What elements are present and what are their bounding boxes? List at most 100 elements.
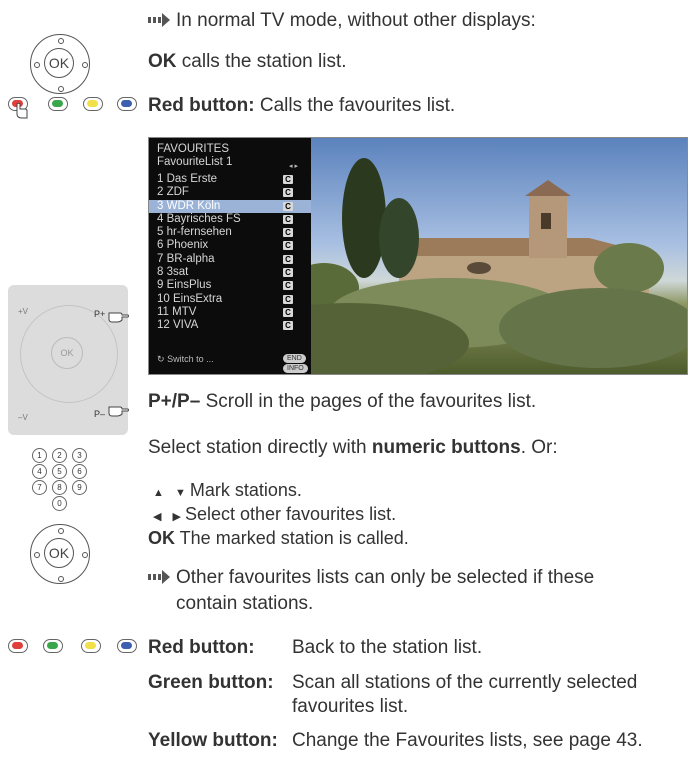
red-key: Red button: xyxy=(148,95,255,116)
station-name: 9 EinsPlus xyxy=(157,279,212,292)
ok-key: OK xyxy=(148,51,177,72)
station-item[interactable]: 9 EinsPlus C xyxy=(149,279,311,292)
station-item[interactable]: 10 EinsExtra C xyxy=(149,293,311,306)
numeric-post: . Or: xyxy=(520,437,558,458)
numeric-key-icon: 7 xyxy=(32,480,47,495)
numeric-line: Select station directly with numeric but… xyxy=(148,436,558,460)
station-item[interactable]: 8 3sat C xyxy=(149,266,311,279)
switch-icon: ↻ xyxy=(157,354,165,364)
ok-calls-text: calls the station list. xyxy=(176,51,347,72)
station-item[interactable]: 3 WDR Köln C xyxy=(149,199,311,213)
station-name: 8 3sat xyxy=(157,266,189,279)
blue-button-icon xyxy=(117,97,137,111)
station-badge: C xyxy=(283,228,293,238)
info-key: INFO xyxy=(283,364,308,373)
mark-line: ▲ ▼Mark stations. xyxy=(153,478,302,505)
remote-pad-icon: OK +V –V P+ P– xyxy=(8,285,129,435)
ok-calls-line: OK calls the station list. xyxy=(148,50,347,74)
station-badge: C xyxy=(283,175,293,184)
pad-p-plus: P+ xyxy=(94,309,106,319)
note-text-1: Other favourites lists can only be selec… xyxy=(176,567,595,588)
station-name: 2 ZDF xyxy=(157,186,189,199)
ok-button-icon: OK xyxy=(30,524,90,584)
numeric-key: numeric buttons xyxy=(371,437,521,458)
station-name: 11 MTV xyxy=(157,305,197,318)
osd-footer: ↻ Switch to ... xyxy=(157,354,214,365)
select-line: ◀ ▶Select other favourites list. xyxy=(153,502,396,529)
red-button-icon xyxy=(8,639,28,653)
station-item[interactable]: 5 hr-fernsehen C xyxy=(149,226,311,239)
ok-button-icon: OK xyxy=(30,34,90,94)
arrow-up-down-icon: ▲ ▼ xyxy=(153,487,190,499)
station-name: 10 EinsExtra xyxy=(157,292,223,305)
station-item[interactable]: 7 BR-alpha C xyxy=(149,253,311,266)
station-name: 5 hr-fernsehen xyxy=(157,226,232,239)
scroll-text: Scroll in the pages of the favourites li… xyxy=(200,391,537,412)
intro-text: In normal TV mode, without other display… xyxy=(176,10,536,31)
tv-screenshot: FAVOURITES FavouriteList 1 ◂ ▸ 1 Das Ers… xyxy=(148,137,688,375)
station-item[interactable]: 6 Phoenix C xyxy=(149,239,311,252)
red-button-label: Red button: xyxy=(148,637,255,658)
station-item[interactable]: 11 MTV C xyxy=(149,306,311,319)
numeric-keypad-icon: 123 456 7890 xyxy=(32,448,92,512)
station-badge: C xyxy=(283,241,293,251)
end-key: END xyxy=(283,354,306,363)
station-item[interactable]: 2 ZDF C xyxy=(149,186,311,199)
select-text: Select other favourites list. xyxy=(184,504,397,524)
switch-label: Switch to ... xyxy=(167,354,214,364)
station-item[interactable]: 4 Bayrisches FS C xyxy=(149,213,311,226)
intro-note: In normal TV mode, without other display… xyxy=(148,9,536,33)
yellow-button-text: Change the Favourites lists, see page 43… xyxy=(292,730,643,751)
station-list: 1 Das Erste C 2 ZDF C 3 WDR Köln C 4 Bayrische… xyxy=(149,173,311,333)
red-fav-text: Calls the favourites list. xyxy=(254,95,456,116)
note-text-2: contain stations. xyxy=(176,593,314,614)
numeric-key-icon: 8 xyxy=(52,480,67,495)
numeric-key-icon: 4 xyxy=(32,464,47,479)
station-name: 7 BR-alpha xyxy=(157,252,215,265)
note-line-1: Other favourites lists can only be selec… xyxy=(148,566,594,590)
green-button-text: Scan all stations of the currently selec… xyxy=(292,672,638,693)
station-badge: C xyxy=(283,294,293,304)
station-badge: C xyxy=(283,214,293,224)
pad-v-minus: –V xyxy=(18,413,28,422)
green-button-text-2: favourites list. xyxy=(292,696,409,717)
mark-text: Mark stations. xyxy=(189,480,302,500)
hand-pointer-icon xyxy=(108,312,129,323)
green-button-label: Green button: xyxy=(148,672,274,693)
station-name: 6 Phoenix xyxy=(157,239,209,252)
green-button-icon xyxy=(43,639,63,653)
numeric-key-icon: 0 xyxy=(52,496,67,511)
station-item[interactable]: 1 Das Erste C xyxy=(149,173,311,186)
pad-p-minus: P– xyxy=(94,409,106,419)
station-badge: C xyxy=(283,188,293,198)
yellow-button-icon xyxy=(83,97,103,111)
red-fav-line: Red button: Calls the favourites list. xyxy=(148,94,455,118)
ok-text: The marked station is called. xyxy=(175,528,409,548)
numeric-key-icon: 2 xyxy=(52,448,67,463)
numeric-key-icon: 1 xyxy=(32,448,47,463)
station-name: 12 VIVA xyxy=(157,319,199,332)
station-name: 3 WDR Köln xyxy=(157,199,221,212)
osd-title: FAVOURITES xyxy=(157,143,229,155)
station-name: 1 Das Erste xyxy=(157,173,218,185)
blue-button-icon xyxy=(117,639,137,653)
arrow-left-right-icon: ◀ ▶ xyxy=(153,511,185,523)
ok-key: OK xyxy=(148,528,175,548)
red-button-text: Back to the station list. xyxy=(292,637,483,658)
ok-label: OK xyxy=(44,538,74,568)
station-badge: C xyxy=(283,281,293,291)
yellow-button-label: Yellow button: xyxy=(148,730,278,751)
pad-v-plus: +V xyxy=(18,307,29,316)
station-badge: C xyxy=(283,321,293,331)
yellow-button-icon xyxy=(81,639,101,653)
numeric-key-icon: 6 xyxy=(72,464,87,479)
hand-pointer-icon xyxy=(16,102,28,119)
note-line-2: contain stations. xyxy=(176,592,313,616)
station-badge: C xyxy=(283,268,293,278)
arrow-right-icon xyxy=(148,13,170,27)
pad-ok-label: OK xyxy=(51,337,83,369)
ok-line: OK The marked station is called. xyxy=(148,526,409,550)
ok-label: OK xyxy=(44,48,74,78)
station-badge: C xyxy=(283,201,293,211)
station-item[interactable]: 12 VIVA C xyxy=(149,319,311,332)
